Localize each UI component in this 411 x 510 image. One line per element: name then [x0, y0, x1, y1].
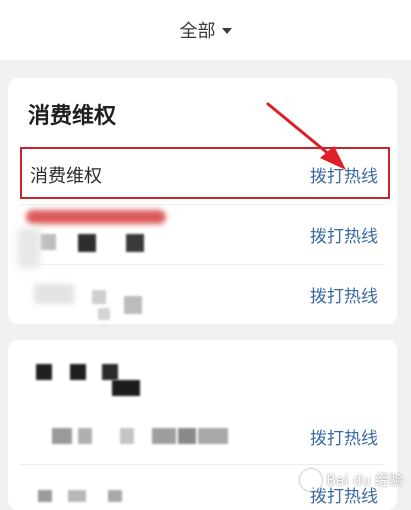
redacted-block: [112, 380, 140, 396]
section-card-consumer-rights: 消费维权 消费维权 拨打热线 拨打热线 拨打热线: [8, 78, 397, 324]
divider: [20, 204, 385, 205]
redacted-block: [34, 284, 74, 304]
list-item[interactable]: 拨打热线: [20, 206, 390, 262]
redacted-block: [126, 234, 144, 252]
redacted-block: [108, 490, 122, 502]
redacted-block: [198, 428, 228, 444]
filter-label: 全部: [179, 21, 216, 42]
redacted-block: [178, 428, 196, 444]
chevron-down-icon: [221, 28, 232, 34]
redacted-block: [40, 234, 56, 250]
list-item[interactable]: 拨打热线: [20, 266, 390, 322]
redacted-block: [124, 296, 142, 314]
redacted-block: [92, 290, 106, 304]
redacted-block: [36, 364, 52, 380]
baidu-paw-icon: [300, 469, 323, 491]
watermark: Bai du 经验: [300, 469, 403, 491]
redacted-block: [38, 490, 52, 502]
call-hotline-button[interactable]: 拨打热线: [310, 424, 378, 449]
redacted-block: [18, 228, 40, 268]
section-title: 消费维权: [28, 104, 117, 129]
divider: [20, 464, 385, 465]
redacted-block: [52, 428, 72, 444]
redacted-block: [78, 428, 92, 444]
redacted-block: [78, 234, 96, 252]
filter-bar: 全部: [0, 0, 411, 60]
redacted-block: [120, 428, 134, 444]
call-hotline-button[interactable]: 拨打热线: [310, 282, 378, 307]
divider: [20, 264, 385, 265]
redacted-block: [68, 490, 86, 502]
watermark-text: Bai du 经验: [326, 473, 403, 489]
redacted-block: [152, 428, 176, 444]
redacted-block: [102, 364, 118, 380]
redacted-block: [98, 308, 110, 320]
highlight-box: [20, 147, 390, 199]
filter-dropdown[interactable]: 全部: [180, 17, 232, 43]
call-hotline-button[interactable]: 拨打热线: [310, 222, 378, 247]
redacted-block: [70, 364, 86, 380]
